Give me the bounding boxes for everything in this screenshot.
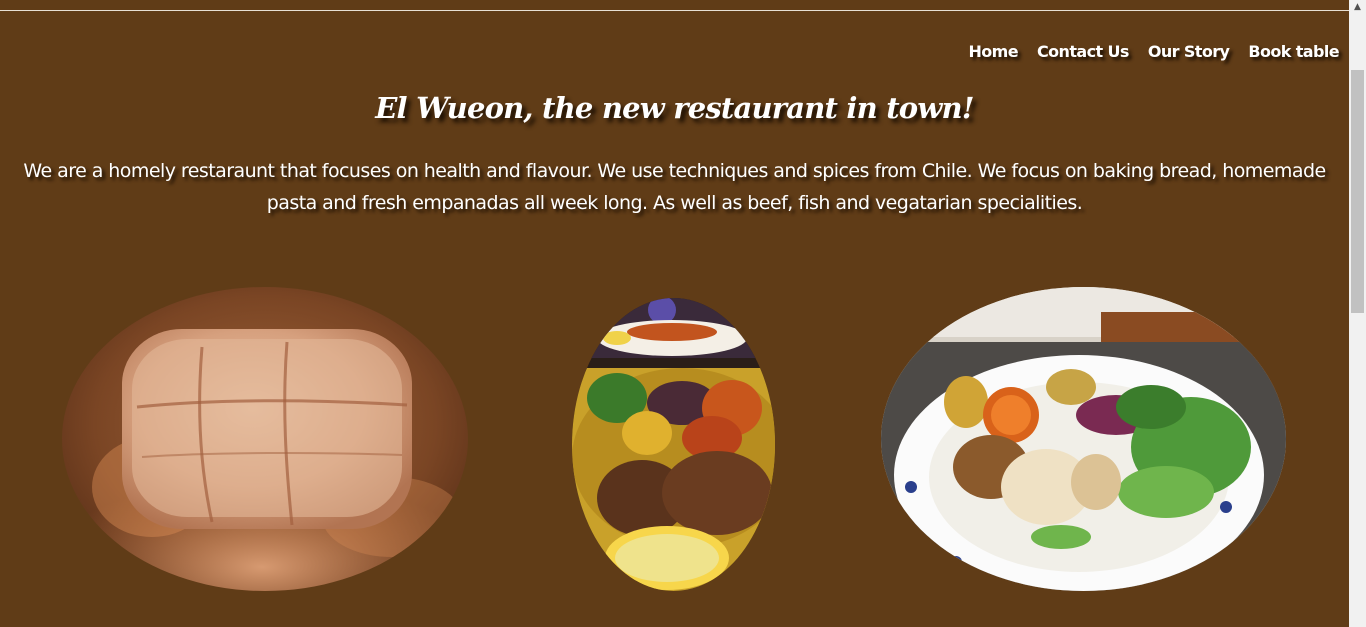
scrollbar-thumb[interactable] (1351, 70, 1364, 313)
top-strip (0, 0, 1349, 10)
nav-home-link[interactable]: Home (969, 42, 1019, 61)
triangle-up-icon[interactable]: ▲ (1349, 0, 1366, 17)
fish-plate-photo (881, 287, 1286, 591)
vertical-scrollbar[interactable]: ▲ (1349, 0, 1366, 627)
nav-contact-us-link[interactable]: Contact Us (1037, 42, 1129, 61)
nav-book-table-link[interactable]: Book table (1248, 42, 1339, 61)
vegetable-plate-photo (572, 298, 775, 591)
nav-our-story-link[interactable]: Our Story (1148, 42, 1230, 61)
page-viewport: Home Contact Us Our Story Book table El … (0, 0, 1349, 627)
main-navigation: Home Contact Us Our Story Book table (969, 42, 1340, 61)
intro-paragraph: We are a homely restaraunt that focuses … (23, 160, 1326, 214)
bread-photo (62, 287, 468, 591)
vegetable-plate-illustration (572, 298, 775, 591)
page-title: El Wueon, the new restaurant in town! (375, 91, 974, 125)
fish-plate-illustration (881, 287, 1286, 591)
top-divider (0, 10, 1349, 11)
bread-illustration (62, 287, 468, 591)
